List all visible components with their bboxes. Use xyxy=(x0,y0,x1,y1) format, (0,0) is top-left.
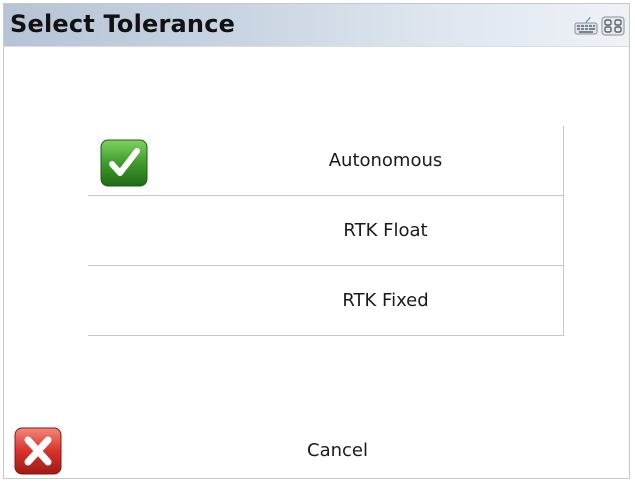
page-title: Select Tolerance xyxy=(10,10,236,38)
title-icons xyxy=(574,16,625,36)
footer-bar: Cancel xyxy=(4,424,629,478)
checkmark-icon xyxy=(100,139,148,187)
tolerance-option-list: Autonomous RTK Float RTK Fixed xyxy=(88,126,564,336)
keyboard-icon[interactable] xyxy=(574,16,598,36)
title-bar: Select Tolerance xyxy=(4,4,629,47)
cancel-button[interactable]: Cancel xyxy=(307,440,368,461)
cancel-x-icon[interactable] xyxy=(14,427,62,475)
option-label: RTK Fixed xyxy=(342,290,429,311)
select-tolerance-window: Select Tolerance Autonomous RTK Float RT… xyxy=(3,3,630,479)
option-label: RTK Float xyxy=(343,220,428,241)
option-label: Autonomous xyxy=(328,150,443,171)
grid-icon[interactable] xyxy=(601,16,625,36)
option-autonomous[interactable]: Autonomous xyxy=(88,126,564,196)
option-rtk-fixed[interactable]: RTK Fixed xyxy=(88,266,564,336)
option-rtk-float[interactable]: RTK Float xyxy=(88,196,564,266)
